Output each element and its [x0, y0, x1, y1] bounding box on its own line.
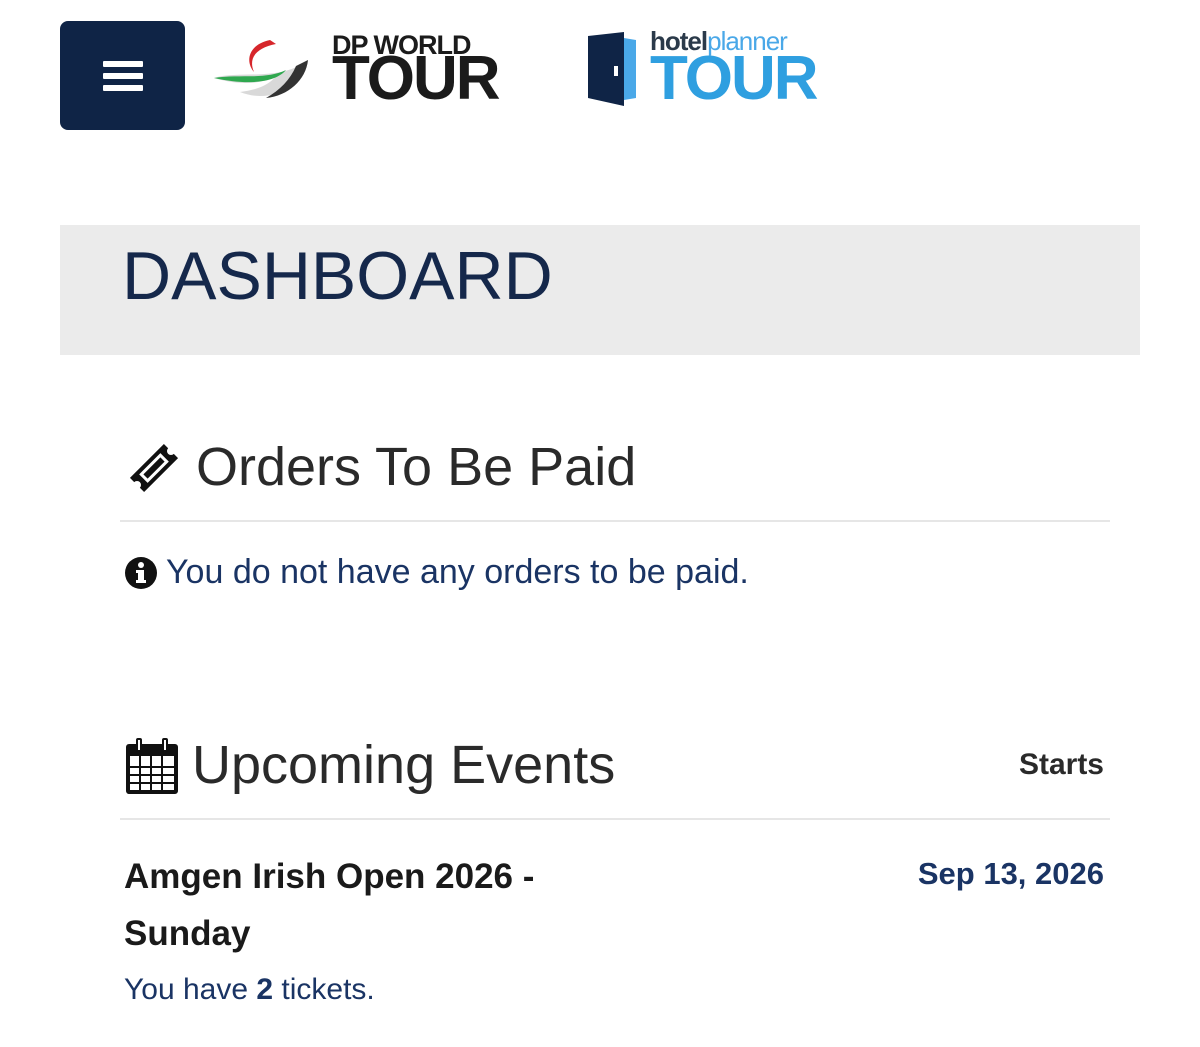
event-name-link[interactable]: Amgen Irish Open 2026 - Sunday — [124, 848, 584, 962]
event-start-date: Sep 13, 2026 — [917, 856, 1104, 891]
orders-empty-message: You do not have any orders to be paid. — [124, 553, 749, 592]
orders-section-title: Orders To Be Paid — [196, 437, 637, 497]
orders-section-header: Orders To Be Paid — [120, 430, 1110, 522]
calendar-icon — [126, 738, 178, 794]
hamburger-menu-icon — [102, 60, 143, 91]
page-title: DASHBOARD — [122, 238, 553, 314]
hp-tour-text: TOUR — [650, 44, 819, 113]
starts-column-header: Starts — [1018, 748, 1104, 781]
info-circle-icon — [125, 556, 157, 589]
door-icon — [588, 32, 636, 106]
events-section-header: Upcoming Events Starts — [120, 728, 1110, 820]
menu-button[interactable] — [60, 21, 185, 130]
page: DP WORLD TOUR hotelplanner TOUR DASHBOAR… — [0, 0, 1200, 1047]
events-section-title: Upcoming Events — [192, 735, 616, 795]
dp-world-tour-logo[interactable]: DP WORLD TOUR — [210, 26, 515, 118]
orders-empty-text: You do not have any orders to be paid. — [166, 553, 749, 591]
dashboard-banner: DASHBOARD — [60, 225, 1140, 355]
ticket-icon — [129, 443, 179, 493]
event-ticket-count: You have 2 tickets. — [124, 973, 375, 1006]
dp-tour-text: TOUR — [332, 44, 501, 113]
hotelplanner-tour-logo[interactable]: hotelplanner TOUR — [584, 26, 834, 118]
dp-world-swoosh-icon — [214, 40, 308, 98]
